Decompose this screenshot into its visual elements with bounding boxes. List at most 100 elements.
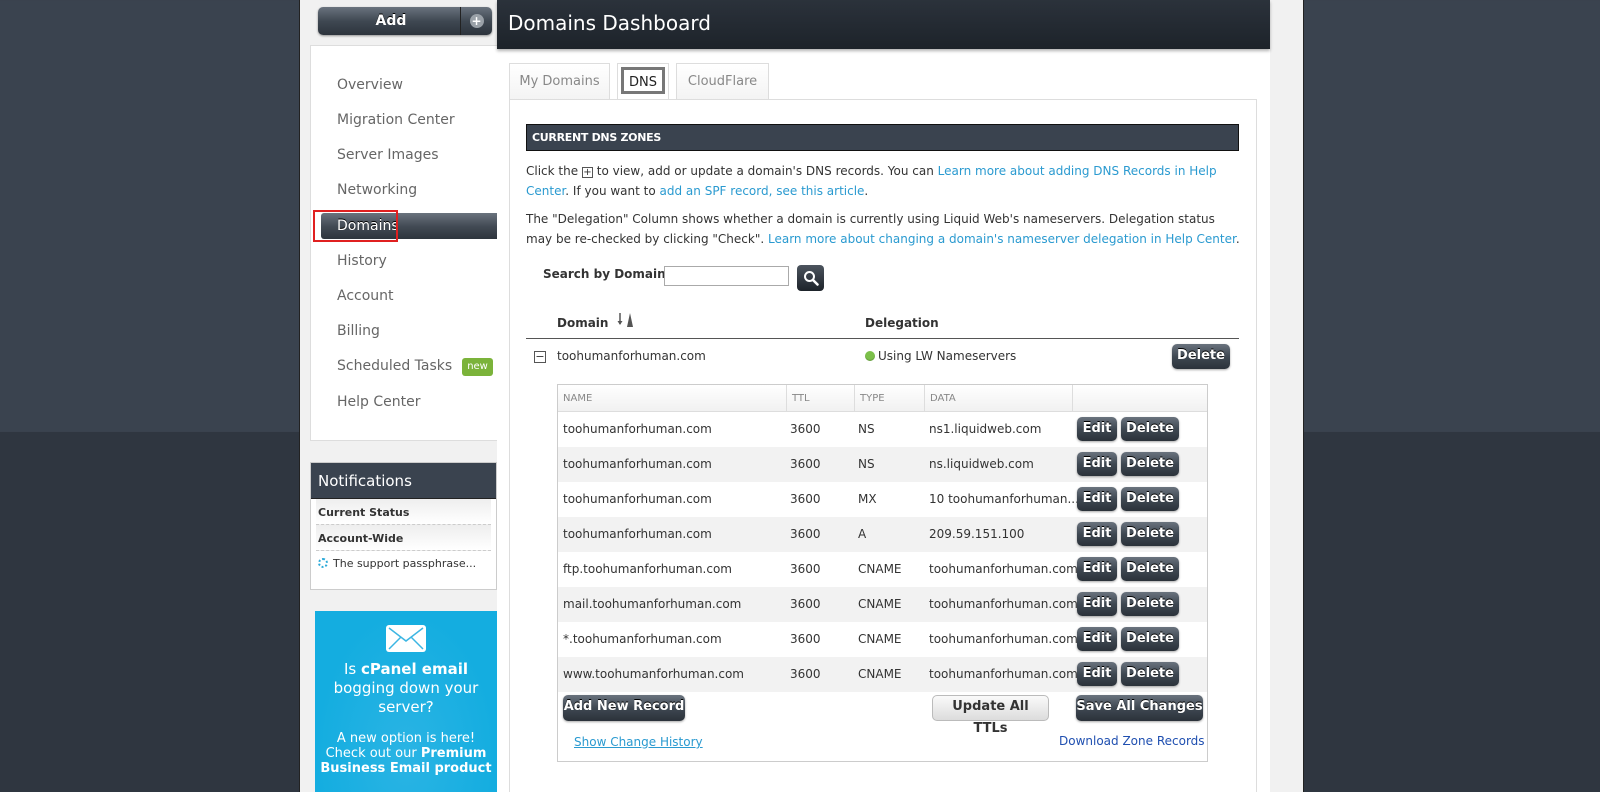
- record-type: NS: [858, 457, 875, 471]
- column-header-delegation: Delegation: [865, 316, 939, 330]
- help-link-delegation[interactable]: Learn more about changing a domain's nam…: [768, 232, 1236, 246]
- notification-text: The support passphrase...: [333, 557, 477, 570]
- add-menu-toggle[interactable]: +: [460, 7, 492, 35]
- sidebar-item-label: Billing: [337, 323, 380, 339]
- search-domain-input[interactable]: [664, 266, 789, 286]
- sidebar-item-label: Overview: [337, 77, 403, 93]
- edit-record-button[interactable]: Edit: [1077, 592, 1117, 616]
- edit-record-button[interactable]: Edit: [1077, 487, 1117, 511]
- sidebar-item-server-images[interactable]: Server Images: [311, 142, 504, 168]
- delete-domain-button[interactable]: Delete: [1172, 344, 1230, 369]
- record-data: 209.59.151.100: [929, 527, 1025, 541]
- promo-banner[interactable]: Is cPanel email bogging down your server…: [315, 611, 497, 792]
- sidebar-item-label: Scheduled Tasks: [337, 358, 453, 374]
- delete-record-button[interactable]: Delete: [1121, 487, 1179, 511]
- record-ttl: 3600: [790, 667, 821, 681]
- tab-dns[interactable]: DNS: [617, 63, 669, 100]
- save-all-changes-button[interactable]: Save All Changes: [1076, 695, 1203, 721]
- spf-article-link[interactable]: add an SPF record, see this article: [660, 184, 865, 198]
- update-all-ttls-button[interactable]: Update All TTLs: [932, 695, 1049, 736]
- sidebar-nav: Overview Migration Center Server Images …: [310, 45, 504, 441]
- sidebar-item-scheduled-tasks[interactable]: Scheduled Tasks new: [311, 353, 504, 379]
- sidebar-item-migration-center[interactable]: Migration Center: [311, 107, 504, 133]
- column-header-domain[interactable]: Domain: [557, 316, 608, 330]
- sidebar-item-networking[interactable]: Networking: [311, 177, 504, 203]
- notifications-title: Notifications: [311, 463, 496, 499]
- show-change-history-link[interactable]: Show Change History: [574, 735, 703, 749]
- records-col-ttl: TTL: [787, 385, 855, 412]
- sidebar-item-billing[interactable]: Billing: [311, 318, 504, 344]
- table-row: toohumanforhuman.com 3600 NS ns.liquidweb.c…: [558, 447, 1207, 482]
- record-type: MX: [858, 492, 877, 506]
- record-type: CNAME: [858, 632, 902, 646]
- record-type: A: [858, 527, 867, 541]
- record-data: toohumanforhuman.com: [929, 632, 1078, 646]
- notification-item[interactable]: The support passphrase...: [316, 551, 491, 577]
- edit-record-button[interactable]: Edit: [1077, 627, 1117, 651]
- record-data: 10 toohumanforhuman...: [929, 492, 1079, 506]
- sidebar-item-help-center[interactable]: Help Center: [311, 389, 504, 415]
- tab-cloudflare[interactable]: CloudFlare: [676, 63, 769, 100]
- delegation-status-text: Using LW Nameservers: [878, 349, 1017, 363]
- record-name: www.toohumanforhuman.com: [563, 667, 744, 681]
- tab-label: My Domains: [519, 74, 600, 89]
- add-button[interactable]: Add +: [318, 7, 492, 35]
- status-dot-icon: [865, 351, 875, 361]
- record-ttl: 3600: [790, 457, 821, 471]
- add-new-record-button[interactable]: Add New Record: [563, 695, 685, 721]
- delete-record-button[interactable]: Delete: [1121, 592, 1179, 616]
- domain-name: toohumanforhuman.com: [557, 349, 706, 363]
- sidebar-item-label: Domains: [337, 218, 399, 234]
- edit-record-button[interactable]: Edit: [1077, 522, 1117, 546]
- notifications-current-status[interactable]: Current Status: [316, 499, 491, 525]
- sidebar-item-domains[interactable]: Domains: [321, 213, 504, 239]
- add-button-label: Add: [375, 13, 407, 29]
- delete-record-button[interactable]: Delete: [1121, 627, 1179, 651]
- tab-my-domains[interactable]: My Domains: [509, 63, 610, 100]
- tab-label: CloudFlare: [687, 74, 758, 89]
- spinner-icon: [318, 558, 328, 568]
- delete-record-button[interactable]: Delete: [1121, 522, 1179, 546]
- record-name: ftp.toohumanforhuman.com: [563, 562, 732, 576]
- delegation-info-text: The "Delegation" Column shows whether a …: [526, 212, 1240, 246]
- table-row: ftp.toohumanforhuman.com 3600 CNAME toohuma…: [558, 552, 1207, 587]
- record-ttl: 3600: [790, 422, 821, 436]
- download-zone-records-link[interactable]: Download Zone Records: [1059, 734, 1205, 748]
- delete-record-button[interactable]: Delete: [1121, 452, 1179, 476]
- collapse-icon[interactable]: −: [534, 351, 546, 363]
- record-type: CNAME: [858, 597, 902, 611]
- record-data: ns.liquidweb.com: [929, 457, 1034, 471]
- records-header: NAME TTL TYPE DATA: [558, 385, 1207, 412]
- edit-record-button[interactable]: Edit: [1077, 662, 1117, 686]
- delete-record-button[interactable]: Delete: [1121, 417, 1179, 441]
- sidebar-item-history[interactable]: History: [311, 248, 504, 274]
- sidebar-item-label: Migration Center: [337, 112, 455, 128]
- delete-record-button[interactable]: Delete: [1121, 557, 1179, 581]
- sidebar-item-overview[interactable]: Overview: [311, 72, 504, 98]
- edit-record-button[interactable]: Edit: [1077, 452, 1117, 476]
- notifications-account-wide[interactable]: Account-Wide: [316, 525, 491, 551]
- sort-icon[interactable]: [616, 311, 636, 329]
- record-name: toohumanforhuman.com: [563, 457, 712, 471]
- dns-records-table: NAME TTL TYPE DATA toohumanforhuman.com 3…: [557, 384, 1208, 762]
- search-button[interactable]: [797, 265, 824, 291]
- record-type: CNAME: [858, 667, 902, 681]
- record-ttl: 3600: [790, 492, 821, 506]
- record-type: CNAME: [858, 562, 902, 576]
- record-ttl: 3600: [790, 562, 821, 576]
- search-label: Search by Domain:: [543, 267, 671, 281]
- sidebar-item-account[interactable]: Account: [311, 283, 504, 309]
- page-container: Add + Overview Migration Center Server I…: [299, 0, 1304, 792]
- sidebar-item-label: Server Images: [337, 147, 439, 163]
- record-name: mail.toohumanforhuman.com: [563, 597, 742, 611]
- edit-record-button[interactable]: Edit: [1077, 557, 1117, 581]
- record-data: toohumanforhuman.com: [929, 562, 1078, 576]
- edit-record-button[interactable]: Edit: [1077, 417, 1117, 441]
- expand-icon: +: [581, 167, 593, 178]
- promo-title: Is cPanel email bogging down your server…: [333, 660, 479, 716]
- delete-record-button[interactable]: Delete: [1121, 662, 1179, 686]
- record-ttl: 3600: [790, 632, 821, 646]
- search-icon: [803, 271, 819, 286]
- record-type: NS: [858, 422, 875, 436]
- records-col-actions: [1073, 385, 1207, 412]
